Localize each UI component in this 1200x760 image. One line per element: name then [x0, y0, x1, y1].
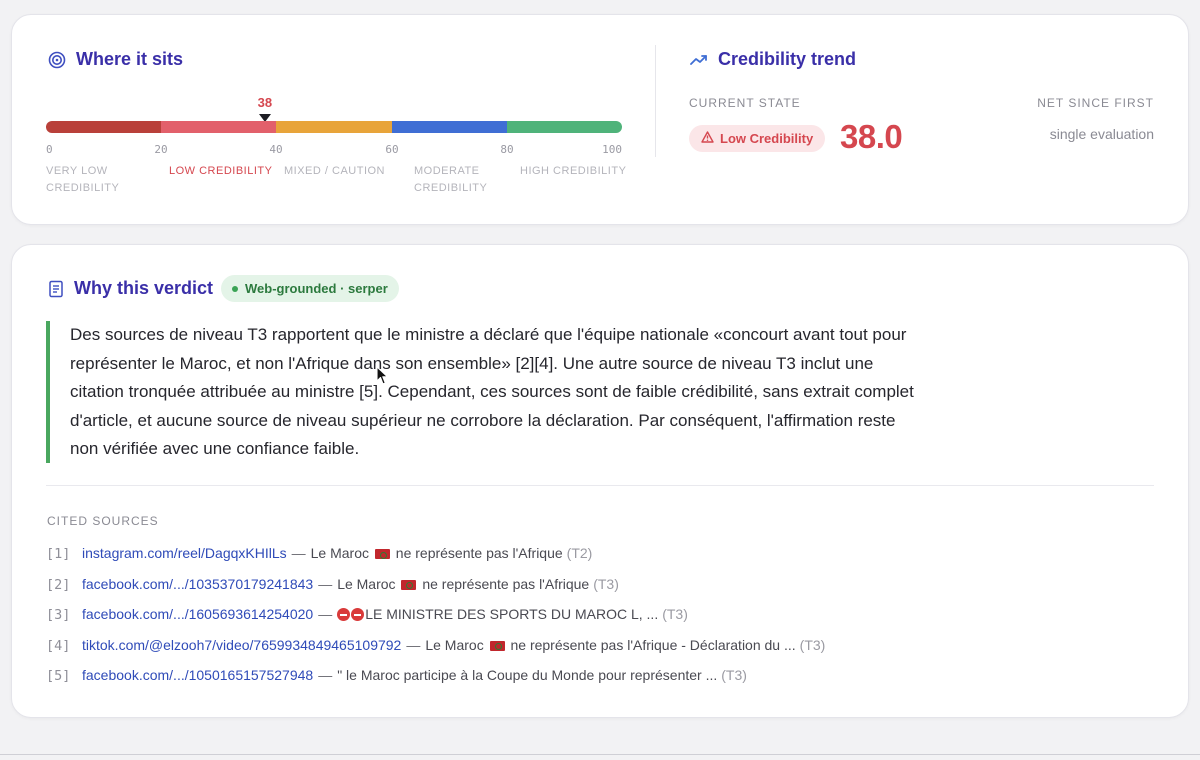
web-grounded-label: Web-grounded · serper: [245, 281, 388, 296]
scale-segment-very-low: [46, 121, 162, 133]
source-number: [5]: [46, 668, 71, 684]
source-separator: —: [318, 575, 333, 592]
scale-tick: 0: [46, 143, 53, 156]
morocco-flag-icon: [401, 579, 417, 590]
source-item: [3] facebook.com/.../1605693614254020 — …: [46, 606, 1146, 637]
source-tier: (T3): [662, 606, 688, 622]
source-number: [3]: [46, 607, 71, 623]
source-separator: —: [406, 636, 421, 653]
net-since-first-value: single evaluation: [1049, 126, 1154, 142]
why-this-verdict-title: Why this verdict: [74, 278, 214, 298]
document-icon: [48, 280, 64, 298]
why-this-verdict-header: Why this verdict: [48, 278, 213, 299]
scale-bar: [46, 121, 622, 133]
source-link[interactable]: facebook.com/.../1035370179241843: [82, 576, 313, 592]
morocco-flag-icon: [374, 549, 390, 559]
scale-tick: 60: [385, 143, 399, 156]
source-title: " le Maroc participe à la Coupe du Monde…: [337, 667, 718, 683]
source-link[interactable]: tiktok.com/@elzooh7/video/76599348494651…: [82, 637, 401, 653]
net-since-first-label: NET SINCE FIRST: [1037, 96, 1154, 110]
scale-segment-low: [161, 121, 277, 133]
cited-sources-label: CITED SOURCES: [47, 514, 159, 528]
trend-line-icon: [690, 53, 708, 67]
scale-tick: 40: [269, 143, 283, 156]
source-link[interactable]: instagram.com/reel/DagqxKHIlLs: [82, 545, 287, 561]
source-link[interactable]: facebook.com/.../1605693614254020: [82, 606, 313, 622]
page-bottom-border: [0, 754, 1200, 755]
source-number: [1]: [46, 546, 71, 562]
verdict-summary-card: Where it sits 38 0 20 40 60 80 100 VERY …: [11, 14, 1189, 225]
source-tier: (T3): [799, 636, 826, 653]
source-tier: (T2): [566, 545, 593, 561]
morocco-flag-icon: [489, 640, 505, 651]
source-title: Le Maroc ne représente pas l'Afrique: [337, 575, 590, 592]
verdict-explanation-card: Why this verdict Web-grounded · serper D…: [11, 244, 1189, 718]
scale-tick: 80: [500, 143, 514, 156]
scale-segment-moderate: [391, 121, 507, 133]
band-label-low: LOW CREDIBILITY: [169, 165, 273, 177]
low-credibility-badge: Low Credibility: [689, 125, 826, 152]
band-label-moderate: MODERATE CREDIBILITY: [414, 165, 488, 194]
where-it-sits-header: Where it sits: [48, 49, 183, 70]
mouse-cursor-icon: [376, 366, 390, 391]
source-tier: (T3): [593, 575, 619, 592]
scale-segment-mixed: [276, 121, 392, 133]
no-entry-icon: [351, 608, 365, 621]
source-link[interactable]: facebook.com/.../1050165157527948: [82, 667, 313, 683]
current-state-label: CURRENT STATE: [689, 96, 801, 110]
source-title: Le Maroc ne représente pas l'Afrique: [310, 545, 563, 561]
source-separator: —: [318, 606, 333, 622]
scale-segment-high: [506, 121, 622, 133]
badge-label: Low Credibility: [720, 131, 814, 146]
scale-tick: 100: [602, 143, 622, 156]
source-separator: —: [318, 667, 333, 683]
band-label-very-low: VERY LOW CREDIBILITY: [46, 165, 120, 194]
credibility-trend-title: Credibility trend: [718, 49, 857, 69]
source-tier: (T3): [721, 667, 747, 683]
source-separator: —: [291, 545, 306, 561]
no-entry-icon: [337, 608, 351, 621]
source-title: Le Maroc ne représente pas l'Afrique - D…: [425, 636, 796, 653]
source-item: [1] instagram.com/reel/DagqxKHIlLs — Le …: [46, 545, 1146, 576]
where-it-sits-title: Where it sits: [76, 49, 184, 69]
verdict-rationale-text: Des sources de niveau T3 rapportent que …: [70, 325, 914, 459]
source-number: [2]: [46, 576, 71, 593]
verdict-rationale: Des sources de niveau T3 rapportent que …: [46, 321, 926, 463]
current-score-value: 38.0: [840, 118, 903, 155]
cited-sources-list: [1] instagram.com/reel/DagqxKHIlLs — Le …: [46, 545, 1146, 698]
warning-triangle-icon: [701, 131, 714, 146]
source-title: LE MINISTRE DES SPORTS DU MAROC L, ...: [337, 606, 658, 622]
source-item: [2] facebook.com/.../1035370179241843 — …: [46, 576, 1146, 607]
score-marker-value: 38: [257, 95, 273, 110]
credibility-trend-header: Credibility trend: [690, 49, 856, 70]
status-dot-icon: [232, 285, 238, 292]
divider: [46, 485, 1154, 486]
band-label-high: HIGH CREDIBILITY: [520, 165, 627, 177]
source-number: [4]: [46, 637, 71, 654]
scale-tick: 20: [154, 143, 168, 156]
target-icon: [48, 51, 66, 69]
web-grounded-chip: Web-grounded · serper: [221, 275, 399, 302]
band-label-mixed: MIXED / CAUTION: [284, 165, 386, 177]
section-divider: [655, 45, 656, 157]
source-item: [4] tiktok.com/@elzooh7/video/7659934849…: [46, 637, 1146, 668]
source-item: [5] facebook.com/.../1050165157527948 — …: [46, 667, 1146, 698]
